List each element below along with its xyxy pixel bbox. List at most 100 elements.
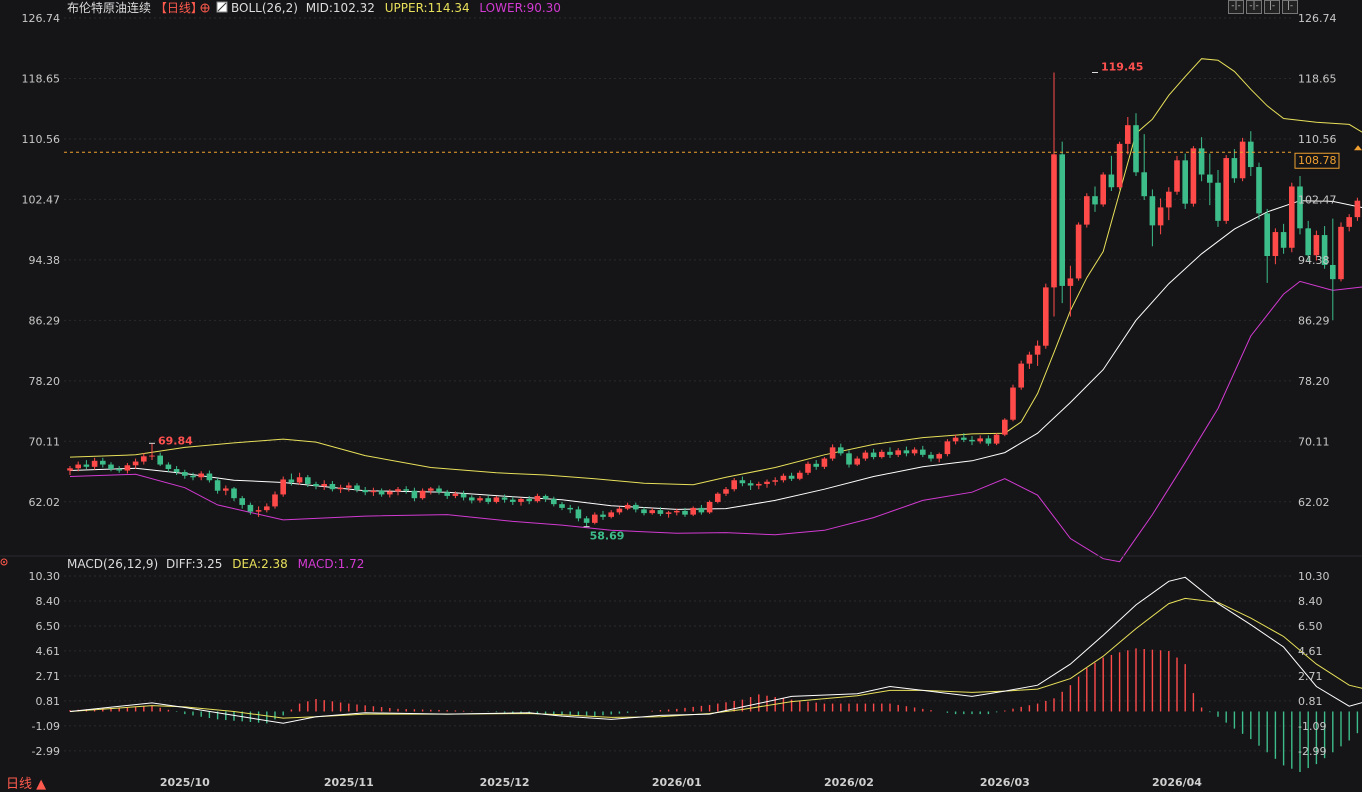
candle-body xyxy=(821,458,828,467)
price-tick-label-right: 94.38 xyxy=(1298,254,1330,267)
candle xyxy=(715,492,721,504)
candle-body xyxy=(559,504,565,508)
candle-body xyxy=(977,438,983,442)
period-selector[interactable]: 日线 ▲ xyxy=(6,773,46,792)
macd-tick-label-right: -2.99 xyxy=(1298,745,1326,758)
candle xyxy=(944,439,951,457)
candle-body xyxy=(797,472,803,479)
candle-body xyxy=(362,489,368,493)
macd-tick-label-left: 6.50 xyxy=(36,620,61,633)
candle-body xyxy=(936,454,942,459)
price-tick-label-left: 86.29 xyxy=(29,314,61,327)
candle-body xyxy=(239,498,245,505)
candle-body xyxy=(91,460,98,467)
chart-toolbar: -|- -|- |- |- xyxy=(1228,0,1298,14)
settings-icon[interactable] xyxy=(200,3,210,13)
price-tick-label-right: 86.29 xyxy=(1298,314,1330,327)
candle-body xyxy=(124,465,131,471)
shift-left-button[interactable]: |- xyxy=(1264,0,1280,14)
local-high-annotation: 69.84 xyxy=(158,434,193,447)
candle-body xyxy=(788,475,795,479)
candle-body xyxy=(264,506,270,511)
candle-body xyxy=(969,439,975,442)
candle-body xyxy=(1346,217,1352,227)
candle-body xyxy=(1010,387,1016,420)
candle xyxy=(1002,418,1008,437)
macd-tick-label-left: -2.99 xyxy=(32,745,60,758)
crosshair-button[interactable]: -|- xyxy=(1228,0,1244,14)
symbol-name: 布伦特原油连续 xyxy=(67,0,151,15)
candle xyxy=(1256,162,1262,220)
candle xyxy=(1223,155,1229,224)
candle-body xyxy=(1330,264,1336,280)
indicator-toggle-icon[interactable] xyxy=(216,1,228,13)
candle-body xyxy=(296,477,303,483)
price-tick-label-right: 126.74 xyxy=(1298,12,1337,25)
futures-chart[interactable]: 126.74 126.74 118.65 118.65 110.56 110.56 102.… xyxy=(0,0,1362,792)
candle xyxy=(280,476,286,497)
price-tick-label-left: 78.20 xyxy=(29,375,61,388)
candle-body xyxy=(1059,154,1065,286)
x-tick-label: 2026/02 xyxy=(824,776,874,789)
candle-body xyxy=(1092,196,1098,205)
macd-tick-label-right: 4.61 xyxy=(1298,645,1323,658)
x-tick-label: 2025/12 xyxy=(480,776,530,789)
candle-body xyxy=(411,490,418,499)
candle-body xyxy=(985,438,992,444)
zoom-button[interactable]: -|- xyxy=(1246,0,1262,14)
candle-body xyxy=(1264,213,1270,256)
candle-body xyxy=(100,460,106,465)
candle-body xyxy=(280,479,286,495)
price-tick-label-right: 110.56 xyxy=(1298,133,1337,146)
macd-tick-label-right: -1.09 xyxy=(1298,720,1326,733)
candle-body xyxy=(952,437,959,442)
candle-body xyxy=(1043,287,1049,346)
candle-body xyxy=(993,434,1000,444)
candle-body xyxy=(813,463,819,467)
candle-body xyxy=(624,504,631,509)
candle-body xyxy=(223,488,229,491)
candle xyxy=(1289,182,1295,253)
candle-body xyxy=(247,504,254,512)
candle-body xyxy=(1338,226,1344,280)
candle xyxy=(1043,283,1049,349)
candle-body xyxy=(1051,154,1057,288)
candle-body xyxy=(1190,148,1197,204)
boll-label: BOLL(26,2) xyxy=(231,1,298,15)
candle-body xyxy=(534,495,541,502)
chart-header: 布伦特原油连续 【日线】 xyxy=(67,0,203,15)
candle-body xyxy=(1084,196,1090,225)
candle xyxy=(1174,155,1180,195)
candle-body xyxy=(108,464,114,470)
candle-body xyxy=(477,498,483,501)
candle-body xyxy=(329,483,336,490)
candle-body xyxy=(206,473,213,481)
candle-body xyxy=(1141,172,1147,197)
boll-upper-value: UPPER:114.34 xyxy=(385,1,470,15)
candle-body xyxy=(600,514,606,517)
candle xyxy=(1084,193,1090,228)
shift-right-button[interactable]: |- xyxy=(1282,0,1298,14)
candle-body xyxy=(682,510,688,515)
candle-body xyxy=(337,487,344,490)
boll-header: BOLL(26,2) MID:102.32 UPPER:114.34 LOWER… xyxy=(231,1,561,15)
candle-body xyxy=(452,493,459,496)
period-label[interactable]: 【日线】 xyxy=(155,1,203,15)
high-annotation: 119.45 xyxy=(1101,60,1143,73)
macd-header: MACD(26,12,9) DIFF:3.25 DEA:2.38 MACD:1.… xyxy=(67,557,364,571)
candle-body xyxy=(157,455,163,465)
candle-body xyxy=(551,498,557,505)
candle-body xyxy=(436,488,442,493)
candle-body xyxy=(1116,143,1123,188)
candle-body xyxy=(518,498,524,502)
macd-tick-label-right: 2.71 xyxy=(1298,670,1323,683)
candle-body xyxy=(1239,141,1246,179)
candle-body xyxy=(633,504,639,510)
candle-body xyxy=(1215,182,1221,221)
macd-tick-label-left: 10.30 xyxy=(29,570,61,583)
candle-body xyxy=(1067,278,1074,286)
macd-hist-value: MACD:1.72 xyxy=(298,557,365,571)
x-tick-label: 2026/03 xyxy=(980,776,1030,789)
candle xyxy=(1010,384,1016,422)
candle-body xyxy=(1223,158,1229,221)
